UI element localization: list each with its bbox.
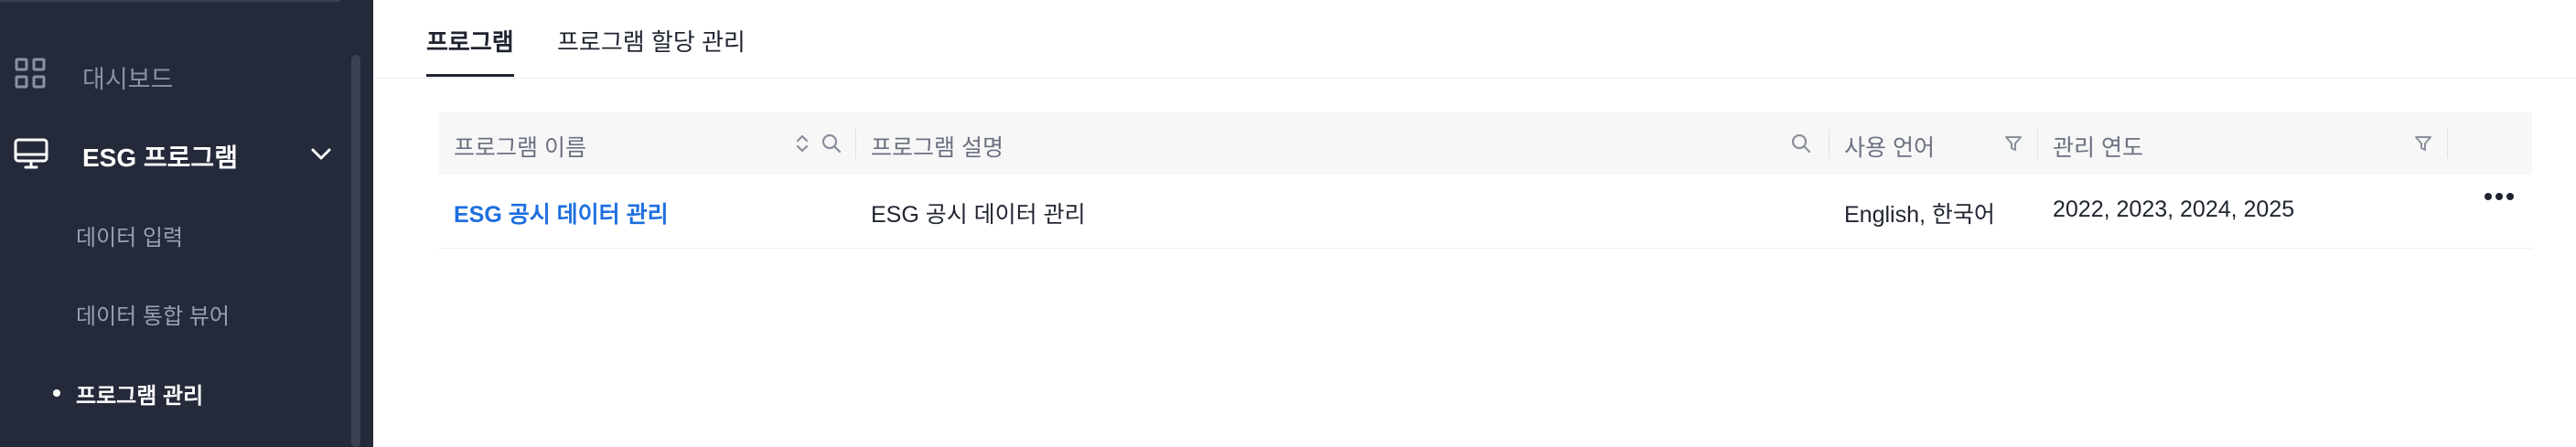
column-header-actions [2448, 112, 2532, 175]
sidebar-subitem-label: 프로그램 관리 [76, 384, 204, 409]
column-label: 프로그램 이름 [454, 135, 586, 161]
filter-icon[interactable] [2411, 132, 2435, 155]
chevron-down-icon[interactable] [308, 141, 334, 166]
tab-bar: 프로그램 프로그램 할당 관리 [373, 0, 2576, 79]
table-row: ESG 공시 데이터 관리 ESG 공시 데이터 관리 English, 한국어… [439, 175, 2532, 249]
sidebar-item-label: 대시보드 [82, 66, 174, 93]
grid-icon [15, 58, 46, 89]
column-label: 사용 언어 [1844, 135, 1935, 161]
search-icon[interactable] [1789, 132, 1813, 155]
program-name-link[interactable]: ESG 공시 데이터 관리 [454, 197, 669, 229]
tab-label: 프로그램 할당 관리 [557, 28, 746, 56]
tab-program-assignment[interactable]: 프로그램 할당 관리 [557, 24, 746, 58]
tab-program[interactable]: 프로그램 [426, 24, 514, 77]
sidebar-scrollbar[interactable] [351, 55, 360, 447]
year-cell: 2022, 2023, 2024, 2025 [2053, 197, 2295, 222]
more-horizontal-icon[interactable] [2479, 187, 2519, 224]
table-header: 프로그램 이름 프로그램 설명 사용 언어 관리 연도 [439, 112, 2532, 175]
column-label: 프로그램 설명 [871, 135, 1004, 161]
column-header-program-name: 프로그램 이름 [439, 112, 856, 175]
sidebar-subitem-label: 데이터 입력 [76, 226, 184, 250]
active-tab-indicator [426, 74, 514, 77]
sidebar: 대시보드 ESG 프로그램 데이터 입력 데이터 통합 뷰어 프로그램 관리 [0, 0, 373, 447]
search-icon[interactable] [820, 132, 843, 155]
column-header-program-description: 프로그램 설명 [856, 112, 1830, 175]
tab-label: 프로그램 [426, 28, 514, 56]
sidebar-top-divider [0, 0, 340, 2]
column-header-language: 사용 언어 [1830, 112, 2038, 175]
sidebar-item-esg-program[interactable]: ESG 프로그램 [0, 126, 338, 181]
filter-icon[interactable] [2002, 132, 2025, 155]
active-bullet-icon [53, 389, 60, 397]
sidebar-subitem-program-management[interactable]: 프로그램 관리 [0, 367, 338, 413]
language-cell: English, 한국어 [1844, 202, 1995, 228]
column-header-management-year: 관리 연도 [2038, 112, 2448, 175]
sidebar-subitem-data-entry[interactable]: 데이터 입력 [0, 209, 338, 255]
monitor-icon [13, 135, 49, 172]
sidebar-subitem-data-viewer[interactable]: 데이터 통합 뷰어 [0, 288, 338, 334]
sidebar-item-dashboard[interactable]: 대시보드 [0, 48, 338, 101]
column-label: 관리 연도 [2053, 135, 2143, 161]
main-content: 프로그램 프로그램 할당 관리 프로그램 이름 프로그램 설명 사용 언어 관리… [373, 0, 2576, 447]
program-description-cell: ESG 공시 데이터 관리 [871, 202, 1086, 228]
sidebar-subitem-label: 데이터 통합 뷰어 [76, 304, 230, 329]
sidebar-item-label: ESG 프로그램 [82, 144, 238, 172]
sort-icon[interactable] [790, 132, 814, 155]
